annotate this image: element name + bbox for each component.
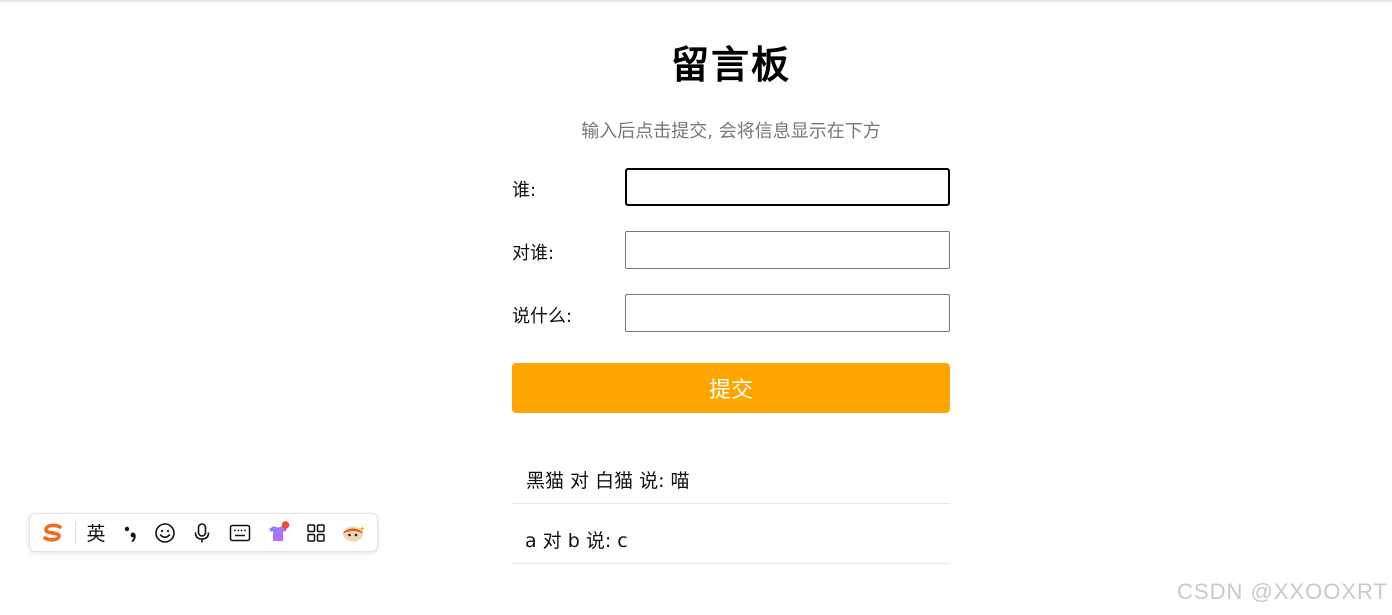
apps-grid-icon[interactable] [301, 514, 331, 551]
to-input[interactable] [625, 231, 950, 269]
list-item: 黑猫 对 白猫 说: 喵 [512, 444, 950, 504]
watermark: CSDN @XXOOXRT [1177, 579, 1388, 604]
sogou-logo-icon[interactable] [38, 514, 68, 551]
microphone-icon[interactable] [187, 514, 217, 551]
punctuation-icon[interactable] [116, 514, 146, 551]
emoji-icon[interactable] [150, 514, 180, 551]
message-input[interactable] [625, 294, 950, 332]
ime-toolbar: 英 [29, 513, 378, 552]
from-label: 谁: [512, 180, 537, 201]
message-list: 黑猫 对 白猫 说: 喵 a 对 b 说: c [512, 444, 950, 564]
message-label: 说什么: [512, 306, 573, 327]
from-row: 谁: [512, 168, 950, 206]
page-subtitle: 输入后点击提交, 会将信息显示在下方 [581, 121, 881, 142]
from-input[interactable] [625, 168, 950, 206]
message-text: 黑猫 对 白猫 说: 喵 [526, 470, 690, 492]
mascot-icon[interactable] [339, 514, 369, 551]
toolbar-divider [75, 522, 76, 544]
skin-icon[interactable] [263, 514, 293, 551]
keyboard-icon[interactable] [225, 514, 255, 551]
message-text: a 对 b 说: c [525, 530, 628, 552]
submit-button[interactable]: 提交 [512, 363, 950, 413]
to-row: 对谁: [512, 231, 950, 269]
language-toggle[interactable]: 英 [81, 514, 111, 551]
language-label: 英 [86, 523, 106, 545]
page-title: 留言板 [670, 43, 791, 87]
top-divider [0, 0, 1392, 2]
to-label: 对谁: [512, 243, 555, 264]
message-row: 说什么: [512, 294, 950, 332]
list-item: a 对 b 说: c [512, 504, 950, 564]
